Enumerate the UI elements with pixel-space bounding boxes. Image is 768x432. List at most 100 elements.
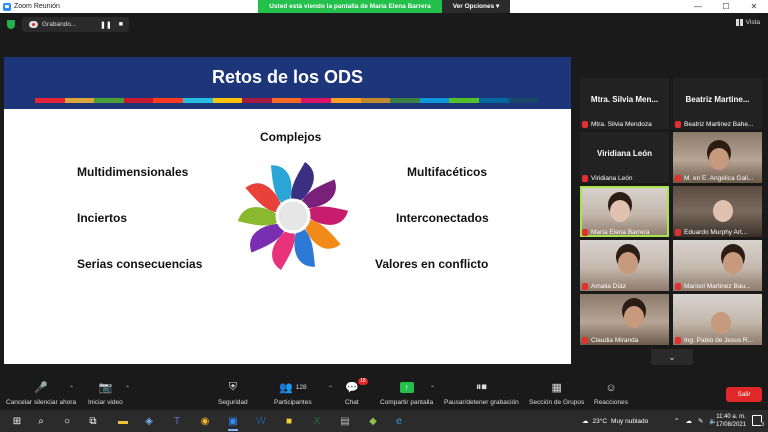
security-button[interactable]: ⛨ Seguridad	[218, 381, 248, 406]
participant-video	[723, 252, 743, 274]
flower-center	[275, 198, 311, 234]
participant-tile[interactable]: Ing. Pablo de Jesus R...	[673, 294, 762, 345]
encryption-shield-icon[interactable]	[7, 20, 15, 29]
search-icon[interactable]: ⌕	[34, 414, 48, 428]
weather-cloud-icon: ☁	[582, 418, 589, 425]
participant-name: Viridiana León	[591, 174, 633, 182]
participant-display-name: Beatriz Martine...	[685, 95, 750, 104]
leave-meeting-button[interactable]: Salir	[726, 387, 762, 402]
participants-caret-icon[interactable]: ⌃	[328, 385, 333, 392]
close-button[interactable]: ✕	[740, 0, 768, 13]
view-options-button[interactable]: Ver Opciones ▾	[442, 0, 510, 13]
stripe-segment	[449, 98, 479, 103]
mute-label: Cancelar silenciar ahora	[6, 399, 77, 406]
stripe-segment	[301, 98, 331, 103]
participants-label: Participantes	[274, 399, 312, 406]
app-icon-2[interactable]: ◆	[366, 414, 380, 428]
excel-icon[interactable]: X	[310, 414, 324, 428]
participant-name: Mtra. Silvia Mendoza	[591, 120, 652, 128]
start-video-button[interactable]: 📷 Iniciar video	[88, 381, 123, 406]
share-screen-button[interactable]: ↑ Compartir pantalla	[380, 381, 433, 406]
sticky-notes-icon[interactable]: ■	[282, 414, 296, 428]
breakout-rooms-icon: ▦	[551, 382, 562, 394]
minimize-button[interactable]: —	[684, 0, 712, 13]
mute-button[interactable]: 🎤 Cancelar silenciar ahora	[6, 381, 76, 406]
participant-tile[interactable]: Marisol Martinez Bau...	[673, 240, 762, 291]
participant-tile[interactable]: M. en E. Angélica Gali...	[673, 132, 762, 183]
window-controls: — ☐ ✕	[684, 0, 768, 13]
share-label: Compartir pantalla	[380, 399, 434, 406]
participant-name: Claudia Miranda	[591, 336, 639, 344]
pen-icon[interactable]: ✎	[698, 417, 703, 425]
participant-video	[618, 252, 638, 274]
shared-slide: Retos de los ODS Complejos Multidimensio…	[4, 57, 571, 364]
chat-icon: 💬 18	[345, 378, 368, 394]
breakout-rooms-button[interactable]: ▦ Sección de Grupos	[529, 381, 584, 406]
participants-icon: 👥 128	[278, 382, 307, 394]
stripe-segment	[35, 98, 65, 103]
muted-mic-icon	[582, 120, 588, 128]
maximize-button[interactable]: ☐	[712, 0, 740, 13]
zoom-taskbar-icon[interactable]: ▣	[226, 414, 240, 431]
chevron-down-icon: ▾	[496, 3, 500, 10]
participant-tile-active-speaker[interactable]: María Elena Barrera	[580, 186, 669, 237]
tray-chevron-icon[interactable]: ⌃	[674, 417, 679, 425]
participant-name: Ing. Pablo de Jesus R...	[684, 336, 754, 344]
windows-start-icon[interactable]: ⊞	[10, 414, 24, 428]
edge-icon[interactable]: e	[392, 414, 406, 428]
notification-center-icon[interactable]: 3	[752, 415, 764, 428]
weather-desc: Muy nublado	[611, 417, 649, 425]
grid-view-icon	[735, 19, 743, 26]
store-icon[interactable]: ◈	[142, 414, 156, 428]
app-icon[interactable]: ▤	[338, 414, 352, 428]
teams-icon[interactable]: T	[170, 414, 184, 428]
view-label: Vista	[745, 19, 760, 26]
view-button[interactable]: Vista	[735, 19, 760, 26]
weather-widget[interactable]: ☁ 23°C Muy nublado	[582, 410, 648, 432]
participant-video	[711, 312, 731, 334]
chat-button[interactable]: 💬 18 Chat	[345, 378, 368, 406]
audio-options-caret-icon[interactable]: ⌃	[69, 385, 74, 392]
share-options-caret-icon[interactable]: ⌃	[430, 385, 435, 392]
participant-tile[interactable]: Amalia Díaz	[580, 240, 669, 291]
screen-share-banner: Usted está viendo la pantalla de María E…	[258, 0, 510, 13]
stripe-segment	[271, 98, 302, 103]
pause-stop-recording-button[interactable]: ⏸⏹ Pausar/detener grabación	[444, 381, 519, 406]
network-icon[interactable]: ☁	[685, 417, 692, 425]
zoom-logo-icon	[3, 2, 11, 11]
participant-tile[interactable]: Claudia Miranda	[580, 294, 669, 345]
stripe-segment	[478, 98, 509, 103]
participant-video	[713, 200, 733, 222]
participant-tile[interactable]: Viridiana León Viridiana León	[580, 132, 669, 183]
more-participants-button[interactable]: ⌄	[651, 349, 693, 365]
participants-button[interactable]: 👥 128 Participantes	[274, 381, 312, 406]
chevron-down-icon: ⌄	[668, 351, 676, 362]
chrome-icon[interactable]: ◉	[198, 414, 212, 428]
word-icon[interactable]: W	[254, 414, 268, 428]
video-options-caret-icon[interactable]: ⌃	[125, 385, 130, 392]
participant-tile[interactable]: Mtra. Silvia Men... Mtra. Silvia Mendoza	[580, 78, 669, 129]
breakout-rooms-label: Sección de Grupos	[529, 399, 585, 406]
file-explorer-icon[interactable]: ▬	[116, 414, 130, 428]
muted-mic-icon	[675, 228, 681, 236]
view-options-label: Ver Opciones	[452, 3, 495, 10]
zoom-window: Zoom Reunión — ☐ ✕ Usted está viendo la …	[0, 0, 768, 432]
label-complejos: Complejos	[260, 130, 322, 144]
pause-recording-button[interactable]: ❚❚	[100, 21, 112, 29]
clock[interactable]: 11:40 a. m. 17/08/2021	[716, 413, 746, 429]
video-label: Iniciar video	[88, 399, 123, 406]
reactions-button[interactable]: ☺ Reacciones	[594, 381, 628, 407]
participant-tile[interactable]: Eduardo Murphy Art...	[673, 186, 762, 237]
label-valores-en-conflicto: Valores en conflicto	[375, 257, 489, 271]
label-serias-consecuencias: Serias consecuencias	[77, 257, 203, 271]
muted-mic-icon	[582, 282, 588, 290]
stripe-segment	[508, 98, 539, 103]
pause-stop-label: Pausar/detener grabación	[444, 399, 519, 406]
cortana-icon[interactable]: ○	[60, 414, 74, 428]
participant-tile[interactable]: Beatriz Martine... Beatriz Martinez Bahe…	[673, 78, 762, 129]
task-view-icon[interactable]: ⧉	[86, 414, 100, 428]
participant-name: Amalia Díaz	[591, 282, 627, 290]
chat-label: Chat	[345, 399, 359, 406]
stop-recording-button[interactable]: ■	[119, 21, 123, 29]
security-label: Seguridad	[218, 399, 248, 406]
